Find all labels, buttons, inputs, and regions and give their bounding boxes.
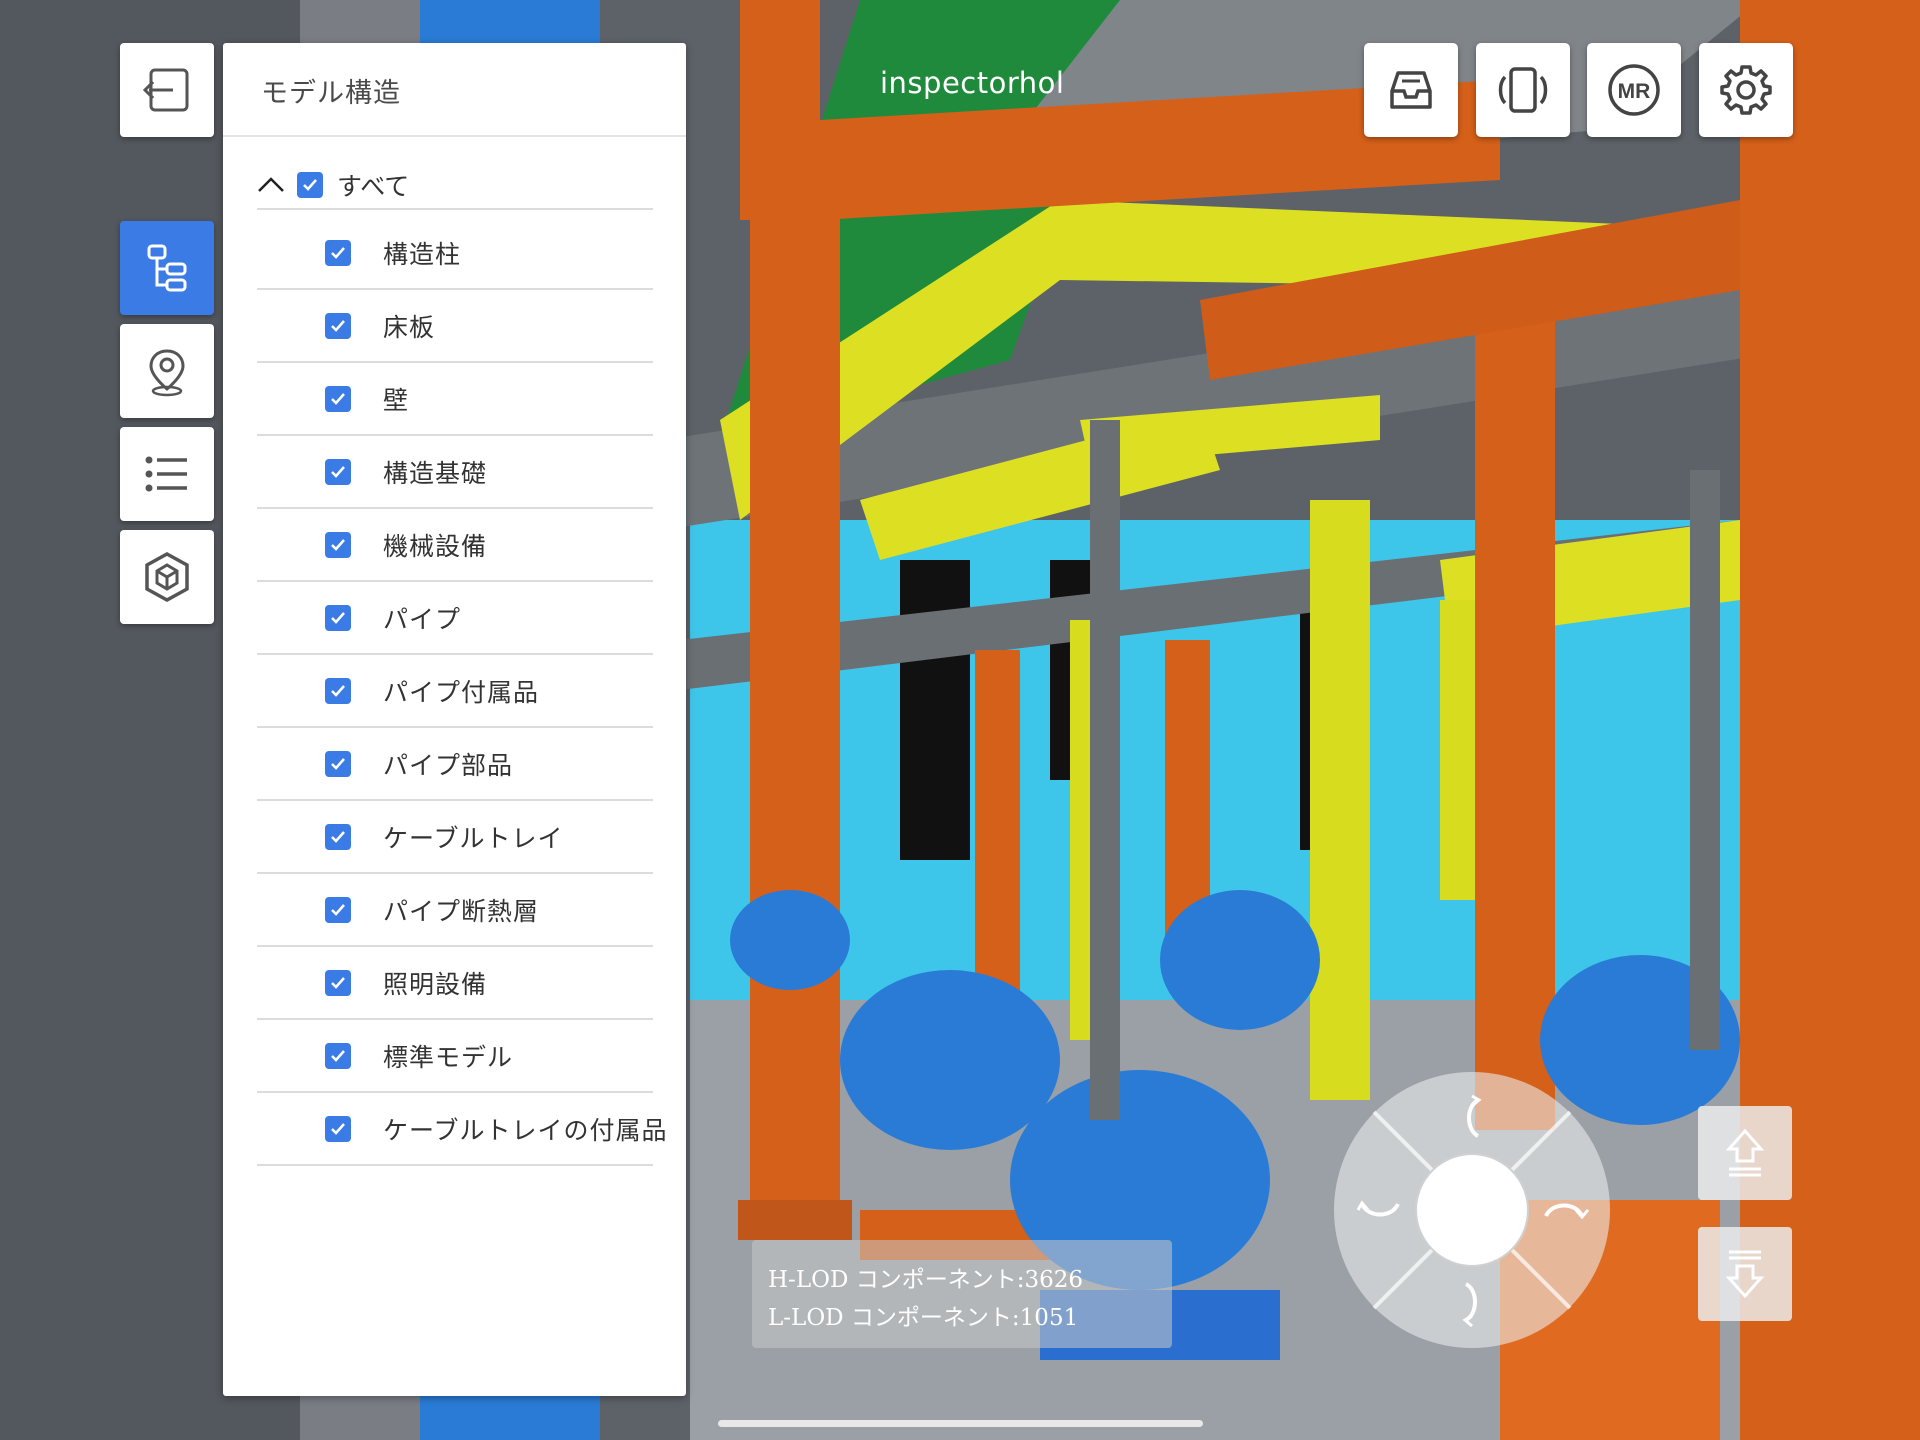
tree-item[interactable]: パイプ [257,582,653,655]
tree-item-checkbox[interactable] [325,604,351,631]
settings-button[interactable] [1699,43,1793,137]
tree-item[interactable]: 構造基礎 [257,436,653,509]
check-icon [331,319,345,332]
panel-title: モデル構造 [261,78,401,109]
mr-icon: MR [1608,64,1660,116]
tree-item[interactable]: 床板 [257,290,653,363]
tree-item-label: 壁 [383,385,410,415]
check-icon [331,976,345,989]
divider [257,208,653,210]
rotate-device-button[interactable] [1476,43,1570,137]
tree-item-label: 構造柱 [383,239,462,269]
location-button[interactable] [120,324,214,418]
tree-item-checkbox[interactable] [325,677,351,704]
tree-item-checkbox[interactable] [325,1042,351,1069]
check-icon [331,903,345,916]
tree-item-checkbox[interactable] [325,458,351,485]
tree-item-label: パイプ断熱層 [383,896,540,926]
model-view-button[interactable] [120,530,214,624]
tree-item-checkbox[interactable] [325,750,351,777]
tree-item-label: パイプ付属品 [383,677,540,707]
l-lod-count: L-LOD コンポーネント:1051 [768,1305,1079,1331]
tree-structure-icon [147,244,187,292]
svg-text:MR: MR [1618,80,1651,103]
rotate-device-icon [1498,67,1548,113]
exit-button[interactable] [120,43,214,137]
check-icon [331,1049,345,1062]
floor-down-button[interactable] [1698,1227,1792,1321]
model-name: inspectorhol [880,66,1065,100]
tree-item-label: パイプ部品 [383,750,514,780]
tree-item-label: ケーブルトレイ [383,823,564,853]
checkbox-all[interactable] [297,172,323,198]
list-icon [145,456,187,492]
rotation-joystick[interactable] [1332,1070,1612,1350]
check-icon [331,1122,345,1135]
tree-item-label: 標準モデル [383,1042,514,1072]
tree-item[interactable]: 壁 [257,363,653,436]
tree-item-checkbox[interactable] [325,969,351,996]
list-button[interactable] [120,427,214,521]
h-lod-count: H-LOD コンポーネント:3626 [768,1267,1083,1293]
tree-item[interactable]: 構造柱 [257,217,653,290]
inbox-button[interactable] [1364,43,1458,137]
tree-item-list: 構造柱床板壁構造基礎機械設備パイプパイプ付属品 パイプ部品ケーブルトレイ パイプ断熱… [257,217,667,1166]
tree-item-checkbox[interactable] [325,823,351,850]
tree-item[interactable]: 標準モデル [257,1020,653,1093]
tree-item-label: パイプ [383,604,462,634]
tree-item-label: 機械設備 [383,531,488,561]
tree-item-checkbox[interactable] [325,1115,351,1142]
check-icon [331,830,345,843]
tree-item[interactable]: 照明設備 [257,947,653,1020]
location-pin-icon [149,349,185,397]
tree-item-checkbox[interactable] [325,312,351,339]
tree-root: すべて [255,155,655,215]
check-icon [303,179,317,191]
tree-item-checkbox[interactable] [325,531,351,558]
check-icon [331,611,345,624]
check-icon [331,465,345,478]
check-icon [331,684,345,697]
tree-item-label: ケーブルトレイの付属品 [383,1115,668,1145]
model-structure-panel: モデル構造 すべて 構造柱床板壁構造基礎機械設備パイプパイプ付属品 パイプ部品ケー… [223,43,686,1396]
inbox-tray-icon [1390,71,1432,109]
tree-item[interactable]: パイプ付属品 [257,655,653,728]
exit-icon [142,68,189,112]
tree-item[interactable]: ケーブルトレイ [257,801,653,874]
check-icon [331,538,345,551]
check-icon [331,392,345,405]
tree-item-label: 照明設備 [383,969,488,999]
tree-item-checkbox[interactable] [325,896,351,923]
mr-button[interactable]: MR [1587,43,1681,137]
tree-item[interactable]: ケーブルトレイの付属品 [257,1093,667,1166]
tree-item[interactable]: パイプ部品 [257,728,653,801]
floor-up-button[interactable] [1698,1106,1792,1200]
floor-down-icon [1725,1250,1765,1299]
lod-info-box: H-LOD コンポーネント:3626 L-LOD コンポーネント:1051 [752,1240,1172,1348]
floor-up-icon [1725,1128,1765,1177]
tree-item-label: 床板 [383,312,436,342]
gear-icon [1720,65,1772,115]
tree-item-checkbox[interactable] [325,239,351,266]
tree-item-label: 構造基礎 [383,458,488,488]
tree-item[interactable]: 機械設備 [257,509,653,582]
cube-icon [145,552,189,602]
chevron-up-icon[interactable] [255,169,287,201]
home-indicator [718,1420,1203,1427]
divider [223,135,686,137]
tree-item[interactable]: パイプ断熱層 [257,874,653,947]
tree-item-checkbox[interactable] [325,385,351,412]
model-structure-button[interactable] [120,221,214,315]
check-icon [331,246,345,259]
tree-root-label: すべて [337,172,410,201]
check-icon [331,757,345,770]
